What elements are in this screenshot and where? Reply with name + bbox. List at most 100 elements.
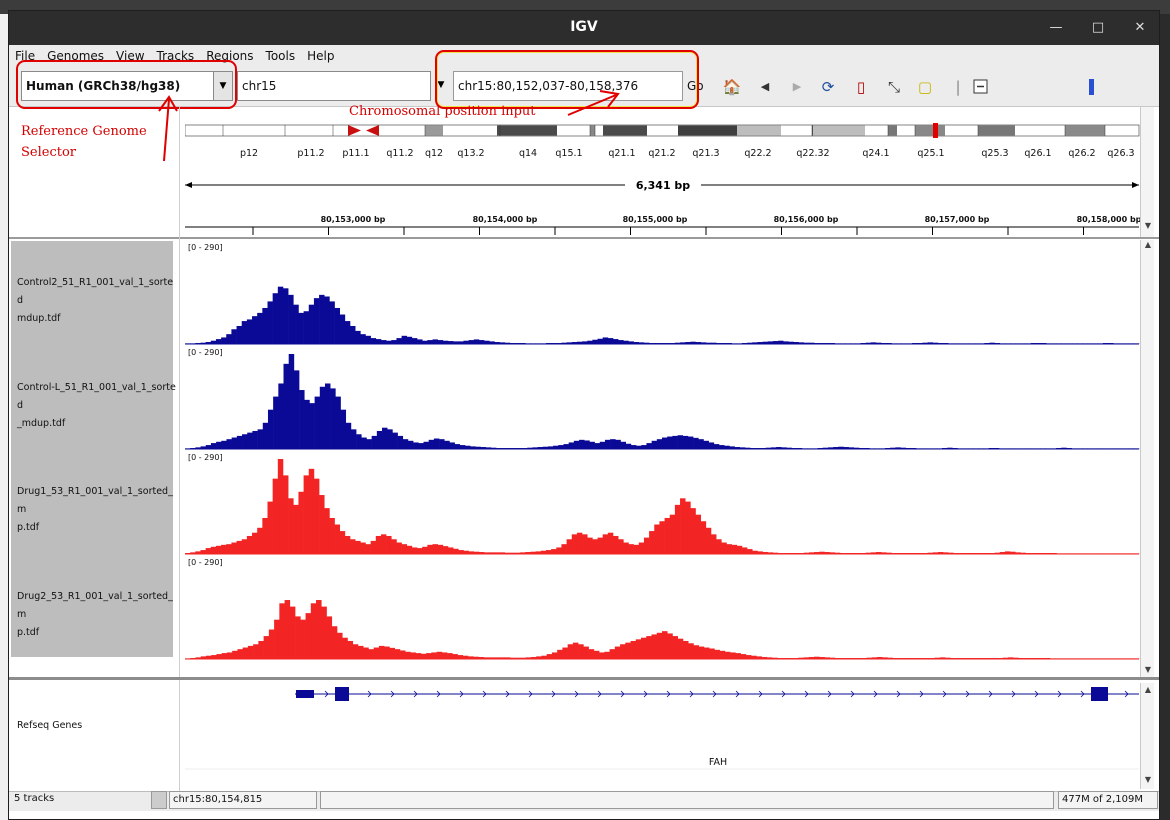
coverage-bar	[685, 501, 691, 554]
chromosome-selector[interactable]: chr15	[237, 71, 431, 101]
scroll-down-icon[interactable]: ▼	[1141, 775, 1155, 784]
coverage-bar	[546, 654, 553, 659]
coverage-bar	[340, 409, 347, 449]
coverage-bar	[321, 606, 327, 659]
scroll-up-icon[interactable]: ▲	[1141, 685, 1155, 694]
coverage-bar	[708, 442, 715, 449]
coverage-bar	[313, 298, 320, 344]
coverage-track-0[interactable]: [0 - 290]	[185, 243, 1140, 345]
coverage-bar	[458, 550, 464, 554]
menu-tools[interactable]: Tools	[260, 45, 302, 63]
coverage-bar	[339, 314, 346, 344]
scroll-down-icon[interactable]: ▼	[1141, 665, 1155, 674]
coverage-track-3[interactable]: [0 - 290]	[185, 558, 1140, 660]
data-scrollbar[interactable]: ▲ ▼	[1140, 240, 1154, 677]
band-label: q25.1	[917, 148, 944, 159]
refresh-icon[interactable]: ⟳	[817, 77, 839, 97]
coverage-bar	[246, 535, 253, 554]
coverage-bar	[324, 383, 331, 449]
coverage-bar	[215, 545, 222, 554]
coverage-bar	[392, 432, 398, 449]
back-icon[interactable]: ◀	[754, 77, 776, 97]
ruler-tick-label: 80,156,000 bp	[774, 215, 839, 224]
scroll-down-icon[interactable]: ▼	[1141, 221, 1155, 230]
band-label: q22.2	[744, 148, 771, 159]
coverage-bar	[453, 548, 459, 554]
popup-info-icon[interactable]: ▢	[914, 77, 936, 97]
header-scrollbar[interactable]: ▼	[1140, 107, 1154, 237]
coverage-bar	[262, 517, 268, 554]
track-name-control-l[interactable]: Control-L_51_R1_001_val_1_sorted _mdup.td…	[17, 379, 179, 433]
coverage-bar	[688, 643, 694, 659]
coverage-bar	[267, 501, 273, 554]
track-name-drug2-line1: Drug2_53_R1_001_val_1_sorted_m	[17, 591, 173, 620]
menu-help[interactable]: Help	[301, 45, 340, 63]
coverage-bar	[405, 651, 411, 659]
coverage-bar	[401, 544, 408, 554]
resize-to-window-icon[interactable]: ⤡	[883, 77, 905, 97]
coverage-bar	[386, 535, 392, 554]
coverage-bar	[397, 435, 404, 449]
refseq-gene-track[interactable]: FAH	[185, 683, 1140, 789]
coverage-bar	[282, 475, 289, 554]
coverage-track-1[interactable]: [0 - 290]	[185, 348, 1140, 450]
toolbar-divider: |	[955, 78, 961, 96]
track-name-control2[interactable]: Control2_51_R1_001_val_1_sorted mdup.tdf	[17, 274, 179, 328]
ideogram-and-ruler[interactable]: p12 p11.2 p11.1 q11.2 q12 q13.2 q14 q15.1 q21.1 q…	[185, 123, 1140, 235]
coverage-bar	[478, 340, 485, 344]
track-name-drug1[interactable]: Drug1_53_R1_001_val_1_sorted_m p.tdf	[17, 483, 179, 537]
minimize-icon[interactable]: —	[1047, 19, 1065, 37]
scroll-up-icon[interactable]: ▲	[1141, 240, 1155, 249]
coverage-bar	[288, 498, 294, 554]
coverage-bar	[319, 495, 325, 554]
coverage-bar	[587, 537, 593, 554]
close-icon[interactable]: ✕	[1131, 19, 1149, 37]
zoom-slider[interactable]: (function(){const s=document.currentScri…	[973, 79, 1158, 97]
ideogram-band	[813, 125, 865, 136]
track-name-drug1-line1: Drug1_53_R1_001_val_1_sorted_m	[17, 486, 173, 515]
coverage-bar	[370, 338, 377, 344]
coverage-bar	[582, 534, 588, 554]
feature-scrollbar[interactable]: ▲ ▼	[1140, 683, 1154, 789]
coverage-bar	[545, 550, 552, 554]
coverage-bar	[360, 542, 366, 554]
coverage-bar	[205, 548, 212, 554]
band-label: q11.2	[386, 148, 413, 159]
status-position: chr15:80,154,815	[169, 791, 317, 809]
igv-window: IGV — □ ✕ File Genomes View Tracks Regions To…	[8, 10, 1160, 820]
coverage-bar	[329, 517, 335, 554]
coverage-bar	[457, 655, 464, 659]
coverage-bar	[735, 653, 741, 659]
coverage-bar	[656, 439, 663, 449]
track-name-drug2[interactable]: Drug2_53_R1_001_val_1_sorted_m p.tdf	[17, 588, 179, 642]
coverage-bar	[330, 388, 336, 449]
track-name-control2-line1: Control2_51_R1_001_val_1_sorted	[17, 277, 174, 306]
maximize-icon[interactable]: □	[1089, 19, 1107, 37]
coverage-bar	[630, 445, 637, 449]
coverage-bar	[380, 534, 387, 554]
window-title: IGV	[570, 19, 598, 35]
coverage-bar	[667, 436, 673, 449]
coverage-bar	[298, 491, 304, 554]
home-icon[interactable]: 🏠	[721, 77, 743, 97]
forward-icon[interactable]: ▶	[786, 77, 808, 97]
ideogram-band	[603, 125, 647, 136]
coverage-bar	[662, 437, 668, 449]
coverage-bar	[563, 444, 569, 449]
track-name-refseq[interactable]: Refseq Genes	[17, 717, 179, 735]
coverage-bar	[373, 647, 380, 659]
coverage-bar	[246, 319, 253, 344]
data-tracks[interactable]: [0 - 290] [0 - 290] [0 - 290] [0 - 290]	[185, 240, 1140, 660]
band-label: q26.2	[1068, 148, 1095, 159]
coverage-track-2[interactable]: [0 - 290]	[185, 453, 1140, 555]
coverage-bar	[428, 439, 435, 449]
coverage-bar	[350, 429, 357, 449]
coverage-bar	[258, 640, 264, 659]
coverage-bar	[641, 445, 647, 449]
ruler-tick-label: 80,155,000 bp	[623, 215, 688, 224]
coverage-bar	[347, 640, 354, 659]
coverage-bar	[592, 339, 598, 344]
gene-utr	[296, 690, 314, 698]
region-of-interest-icon[interactable]: ▯	[850, 77, 872, 97]
coverage-bar	[406, 545, 413, 554]
